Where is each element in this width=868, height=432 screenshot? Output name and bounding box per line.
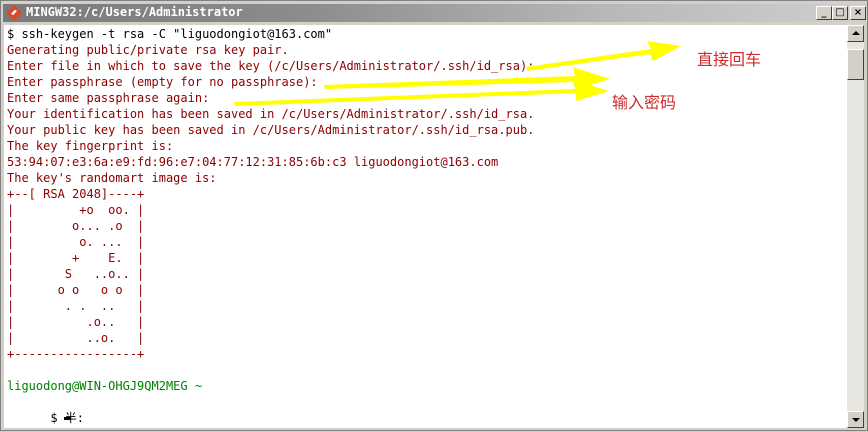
terminal-window: MINGW32:/c/Users/Administrator _ □ × $ s… <box>0 0 868 431</box>
arrow-passphrase <box>324 67 610 90</box>
press-enter-note: 直接回车 <box>697 50 762 69</box>
enter-password-note: 输入密码 <box>612 93 677 112</box>
arrow-to-press-enter <box>526 41 681 71</box>
